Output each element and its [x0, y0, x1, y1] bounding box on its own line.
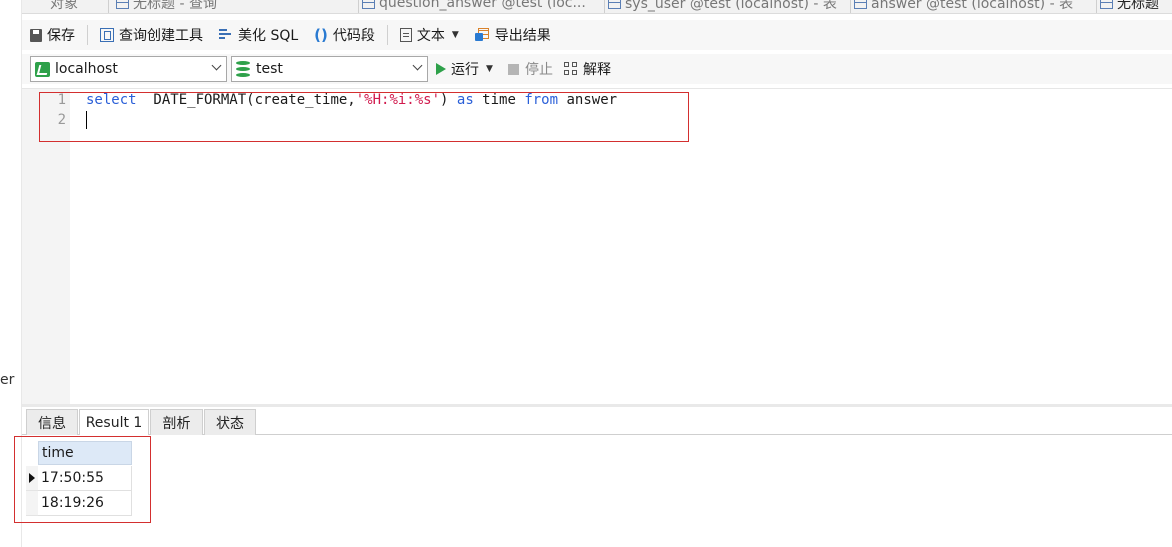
query-toolbar: 保存 查询创建工具 美化 SQL () 代码段 文本 ▼ 导出结果 — [22, 20, 1172, 50]
tab-label: 无标题 — [1117, 0, 1159, 12]
tab-strip: 对象 无标题 - 查询 question_answer @test (loc..… — [22, 0, 1172, 14]
stop-icon — [508, 63, 519, 75]
tab-label: sys_user @test (localhost) - 表 — [625, 0, 837, 12]
mysql-connection-icon — [35, 61, 50, 77]
export-icon — [474, 28, 490, 42]
code-snippet-label: 代码段 — [332, 28, 375, 44]
chevron-down-icon — [211, 60, 222, 71]
query-builder-label: 查询创建工具 — [119, 28, 203, 44]
row-header[interactable] — [26, 491, 38, 516]
tab-profile[interactable]: 剖析 — [150, 409, 203, 435]
connection-value: localhost — [55, 61, 118, 77]
current-row-pointer-icon — [29, 473, 35, 483]
tab-info[interactable]: 信息 — [26, 409, 78, 435]
code-line-1[interactable]: select DATE_FORMAT(create_time,'%H:%i:%s… — [86, 92, 617, 108]
sql-editor[interactable]: 1 2 select DATE_FORMAT(create_time,'%H:%… — [22, 88, 1172, 405]
dropdown-caret-icon[interactable]: ▼ — [486, 64, 493, 74]
tab-label: 状态 — [216, 415, 244, 432]
sql-keyword: select — [86, 92, 137, 108]
sql-table-name: answer — [558, 92, 618, 108]
export-label: 导出结果 — [494, 28, 551, 44]
stop-label: 停止 — [525, 62, 553, 78]
left-panel-label: er — [0, 372, 15, 388]
row-header[interactable] — [26, 466, 38, 491]
database-select[interactable]: test — [231, 56, 428, 82]
tab-label: 对象 — [50, 0, 78, 12]
explain-button[interactable]: 解释 — [564, 56, 611, 82]
table-icon — [362, 0, 375, 9]
table-icon — [854, 0, 867, 9]
tab-separator — [108, 0, 109, 13]
line-number-gutter: 1 2 — [22, 89, 70, 405]
tab-answer[interactable]: answer @test (localhost) - 表 — [854, 0, 1092, 13]
run-button[interactable]: 运行 ▼ — [436, 56, 493, 82]
line-number: 2 — [57, 112, 66, 128]
tab-objects[interactable]: 对象 — [50, 0, 78, 13]
sql-keyword: from — [524, 92, 559, 108]
text-button[interactable]: 文本 ▼ — [392, 22, 467, 48]
chevron-down-icon — [412, 60, 423, 71]
table-icon — [1100, 0, 1113, 9]
tab-sys-user[interactable]: sys_user @test (localhost) - 表 — [608, 0, 848, 13]
tab-untitled-active[interactable]: 无标题 — [1100, 0, 1159, 13]
database-icon — [236, 61, 250, 77]
tab-label: 剖析 — [162, 415, 191, 432]
sql-alias: time — [473, 92, 525, 108]
run-label: 运行 — [451, 62, 479, 78]
query-builder-button[interactable]: 查询创建工具 — [92, 22, 211, 48]
tab-label: question_answer @test (loc... — [379, 0, 586, 11]
sql-token: ) — [440, 92, 457, 108]
database-value: test — [256, 61, 283, 77]
tab-label: answer @test (localhost) - 表 — [871, 0, 1074, 12]
explain-icon — [564, 62, 579, 76]
save-icon — [30, 28, 42, 42]
table-cell[interactable]: 18:19:26 — [38, 491, 132, 516]
toolbar-divider — [87, 25, 88, 45]
tab-separator — [604, 0, 605, 13]
tab-result-1[interactable]: Result 1 — [79, 409, 149, 436]
result-grid: time 17:50:55 18:19:26 — [22, 435, 1172, 547]
tab-label: 无标题 - 查询 — [133, 0, 217, 12]
document-icon — [399, 28, 412, 42]
line-number: 1 — [57, 92, 66, 108]
sql-keyword: as — [456, 92, 474, 108]
text-caret — [86, 111, 87, 129]
tab-question-answer[interactable]: question_answer @test (loc... — [362, 0, 602, 13]
tab-label: Result 1 — [85, 415, 143, 431]
table-icon — [608, 0, 621, 9]
play-icon — [436, 63, 446, 75]
tab-separator — [358, 0, 359, 13]
tab-untitled-query[interactable]: 无标题 - 查询 — [116, 0, 217, 13]
beautify-sql-label: 美化 SQL — [238, 28, 299, 44]
tab-separator — [850, 0, 851, 13]
column-header-label: time — [42, 445, 74, 461]
save-button[interactable]: 保存 — [22, 22, 83, 48]
sql-function: DATE_FORMAT(create_time, — [136, 92, 356, 108]
column-header-time[interactable]: time — [38, 441, 132, 465]
query-builder-icon — [100, 28, 114, 42]
beautify-icon — [219, 28, 233, 42]
tab-status[interactable]: 状态 — [204, 409, 256, 435]
dropdown-caret-icon: ▼ — [451, 30, 459, 40]
table-icon — [116, 0, 129, 9]
cell-value: 18:19:26 — [41, 495, 104, 511]
left-panel: er — [0, 0, 22, 547]
table-cell[interactable]: 17:50:55 — [38, 466, 132, 491]
tab-label: 信息 — [38, 415, 66, 432]
connection-toolbar: localhost test 运行 ▼ 停止 解释 — [22, 54, 1172, 84]
save-label: 保存 — [47, 28, 75, 44]
sql-string: '%H:%i:%s' — [355, 92, 441, 108]
stop-button[interactable]: 停止 — [508, 56, 553, 82]
result-tab-bar: 信息 Result 1 剖析 状态 — [22, 407, 1172, 436]
explain-label: 解释 — [583, 62, 611, 78]
tab-separator — [1096, 0, 1097, 13]
text-label: 文本 — [416, 28, 445, 44]
connection-select[interactable]: localhost — [30, 56, 227, 82]
toolbar-divider — [386, 25, 388, 45]
export-results-button[interactable]: 导出结果 — [467, 22, 559, 48]
cell-value: 17:50:55 — [41, 470, 104, 486]
code-snippet-button[interactable]: () 代码段 — [306, 22, 383, 48]
beautify-sql-button[interactable]: 美化 SQL — [211, 22, 306, 48]
code-snippet-icon: () — [314, 26, 328, 44]
